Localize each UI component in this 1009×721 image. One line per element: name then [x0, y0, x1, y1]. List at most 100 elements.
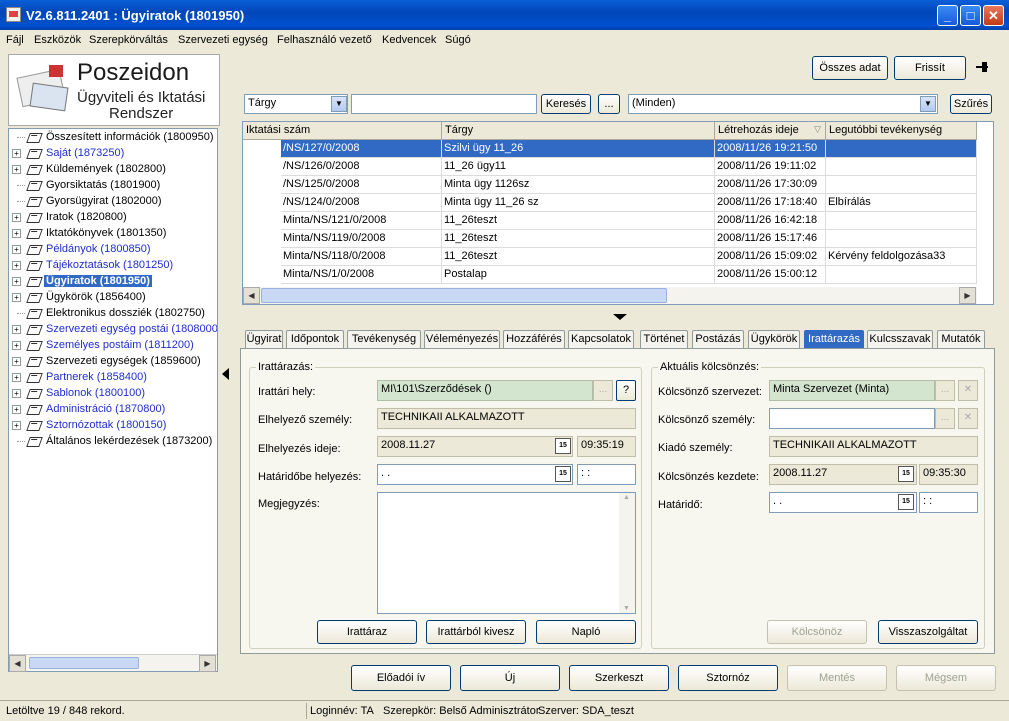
clear-icon[interactable]: ✕	[958, 408, 978, 429]
search-button[interactable]: Keresés	[541, 94, 591, 114]
scroll-thumb[interactable]	[29, 657, 139, 669]
scroll-right-icon[interactable]: ▶	[199, 655, 216, 672]
report-button[interactable]: Előadói ív	[351, 665, 451, 691]
expand-icon[interactable]: +	[12, 149, 21, 158]
scroll-thumb[interactable]	[261, 288, 667, 303]
lending-person-field[interactable]	[769, 408, 935, 429]
tree-item[interactable]: + Sablonok (1800100)	[9, 386, 217, 402]
collapse-panel-icon[interactable]	[220, 360, 232, 388]
scroll-left-icon[interactable]: ◀	[243, 287, 260, 304]
calendar-icon[interactable]: 15	[555, 466, 571, 482]
tree-item[interactable]: + Administráció (1870800)	[9, 402, 217, 418]
tab-8[interactable]: Ügykörök	[748, 330, 800, 348]
lending-org-browse-button[interactable]: ...	[935, 380, 955, 401]
calendar-icon[interactable]: 15	[555, 438, 571, 454]
clear-icon[interactable]: ✕	[958, 380, 978, 401]
menu-user-manager[interactable]: Felhasználó vezető	[277, 34, 372, 46]
menu-tools[interactable]: Eszközök	[34, 34, 81, 46]
tab-9[interactable]: Irattárazás	[804, 330, 864, 348]
deadline-date-input[interactable]: . .	[377, 464, 573, 485]
tab-2[interactable]: Tevékenység	[347, 330, 421, 348]
tree-item[interactable]: + Ügykörök (1856400)	[9, 290, 217, 306]
tree-item[interactable]: Általános lekérdezések (1873200)	[9, 434, 217, 450]
expand-icon[interactable]: +	[12, 213, 21, 222]
table-row[interactable]: /NS/127/0/2008 Szilvi ügy 11_26 2008/11/26…	[243, 140, 977, 158]
note-scrollbar[interactable]: ▲ ▼	[619, 493, 635, 613]
expand-icon[interactable]: +	[12, 245, 21, 254]
expand-icon[interactable]: +	[12, 293, 21, 302]
expand-icon[interactable]: +	[12, 165, 21, 174]
return-button[interactable]: Visszaszolgáltat	[878, 620, 978, 644]
due-time-input[interactable]: : :	[919, 492, 978, 513]
table-row[interactable]: /NS/126/0/2008 11_26 ügy11 2008/11/26 19:1…	[243, 158, 977, 176]
tab-4[interactable]: Hozzáférés	[503, 330, 565, 348]
all-data-button[interactable]: Összes adat	[812, 56, 888, 80]
tree-item[interactable]: + Partnerek (1858400)	[9, 370, 217, 386]
tree-item[interactable]: + Szervezeti egységek (1859600)	[9, 354, 217, 370]
log-button[interactable]: Napló	[536, 620, 636, 644]
column-header-subject[interactable]: Tárgy	[442, 122, 715, 140]
pin-icon[interactable]	[974, 60, 990, 74]
search-input[interactable]	[351, 94, 537, 114]
refresh-button[interactable]: Frissít	[894, 56, 966, 80]
table-row[interactable]: /NS/124/0/2008 Minta ügy 11_26 sz 2008/11/…	[243, 194, 977, 212]
location-browse-button[interactable]: ...	[593, 380, 613, 401]
tab-11[interactable]: Mutatók	[937, 330, 985, 348]
tab-0[interactable]: Ügyirat	[245, 330, 283, 348]
expand-icon[interactable]: +	[12, 389, 21, 398]
tree-item[interactable]: + Iratok (1820800)	[9, 210, 217, 226]
tab-1[interactable]: Időpontok	[286, 330, 344, 348]
help-button[interactable]: ?	[616, 380, 636, 401]
table-row[interactable]: Minta/NS/119/0/2008 11_26teszt 2008/11/26 …	[243, 230, 977, 248]
lend-button[interactable]: Kölcsönöz	[767, 620, 867, 644]
lending-person-browse-button[interactable]: ...	[935, 408, 955, 429]
navigation-tree[interactable]: Összesített információk (1800950) + Saját …	[8, 128, 218, 672]
menu-role-switch[interactable]: Szerepkörváltás	[89, 34, 168, 46]
tab-6[interactable]: Történet	[640, 330, 688, 348]
expand-icon[interactable]: +	[12, 261, 21, 270]
search-options-button[interactable]: ...	[598, 94, 620, 114]
close-button[interactable]: ✕	[983, 5, 1004, 26]
menu-help[interactable]: Súgó	[445, 34, 471, 46]
column-header-created[interactable]: Létrehozás ideje ▽	[715, 122, 826, 140]
tree-item[interactable]: + Iktatókönyvek (1801350)	[9, 226, 217, 242]
cancel-button[interactable]: Mégsem	[896, 665, 996, 691]
table-row[interactable]: Minta/NS/121/0/2008 11_26teszt 2008/11/26 …	[243, 212, 977, 230]
tree-item[interactable]: Összesített információk (1800950)	[9, 130, 217, 146]
tab-10[interactable]: Kulcsszavak	[867, 330, 933, 348]
menu-file[interactable]: Fájl	[6, 34, 24, 46]
note-textarea[interactable]	[377, 492, 636, 614]
expand-icon[interactable]: +	[12, 341, 21, 350]
calendar-icon[interactable]: 15	[898, 494, 914, 510]
tree-item[interactable]: + Tájékoztatások (1801250)	[9, 258, 217, 274]
scroll-up-icon[interactable]: ▲	[623, 494, 630, 501]
tree-item[interactable]: Elektronikus dossziék (1802750)	[9, 306, 217, 322]
maximize-button[interactable]: □	[960, 5, 981, 26]
tab-7[interactable]: Postázás	[692, 330, 744, 348]
scroll-down-icon[interactable]: ▼	[623, 605, 630, 612]
lending-org-field[interactable]: Minta Szervezet (Minta)	[769, 380, 935, 401]
tree-item[interactable]: + Példányok (1800850)	[9, 242, 217, 258]
documents-table[interactable]: Iktatási szám Tárgy Létrehozás ideje ▽ L…	[242, 121, 994, 305]
expand-icon[interactable]: +	[12, 421, 21, 430]
calendar-icon[interactable]: 15	[898, 466, 914, 482]
chevron-down-icon[interactable]: ▼	[920, 96, 936, 112]
save-button[interactable]: Mentés	[787, 665, 887, 691]
expand-icon[interactable]: +	[12, 357, 21, 366]
menu-org-unit[interactable]: Szervezeti egység	[178, 34, 268, 46]
filter-button[interactable]: Szűrés	[950, 94, 992, 114]
splitter-handle[interactable]	[605, 313, 635, 321]
deadline-time-input[interactable]: : :	[577, 464, 636, 485]
expand-icon[interactable]: +	[12, 405, 21, 414]
table-row[interactable]: Minta/NS/118/0/2008 11_26teszt 2008/11/26 …	[243, 248, 977, 266]
scroll-left-icon[interactable]: ◀	[9, 655, 26, 672]
remove-from-archive-button[interactable]: Irattárból kivesz	[426, 620, 526, 644]
tree-item[interactable]: + Személyes postáim (1811200)	[9, 338, 217, 354]
minimize-button[interactable]: _	[937, 5, 958, 26]
tree-horizontal-scrollbar[interactable]: ◀ ▶	[9, 654, 217, 672]
column-header-reg-number[interactable]: Iktatási szám	[243, 122, 442, 140]
expand-icon[interactable]: +	[12, 229, 21, 238]
tree-item[interactable]: + Saját (1873250)	[9, 146, 217, 162]
grid-horizontal-scrollbar[interactable]: ◀ ▶	[243, 287, 977, 304]
tree-item[interactable]: + Szervezeti egység postái (1808000)	[9, 322, 217, 338]
